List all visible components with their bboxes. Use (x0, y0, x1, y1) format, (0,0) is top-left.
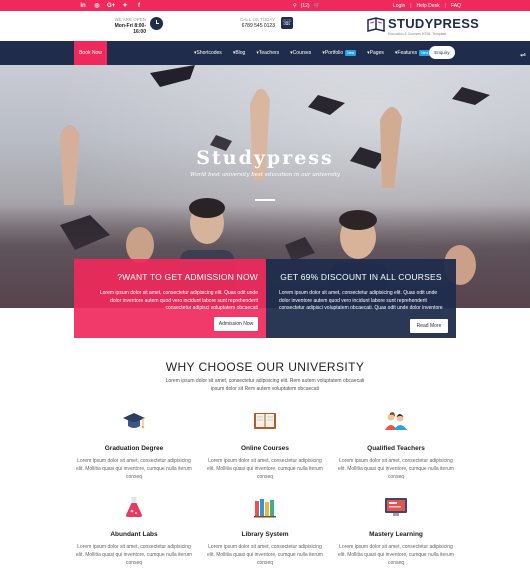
facebook-icon[interactable]: f (135, 3, 143, 9)
section-subtitle: Lorem ipsum dolor sit amet, consectetur … (165, 378, 365, 392)
hero-subtitle: World best university best education in … (189, 172, 341, 178)
hours-label: WE ARE OPEN (114, 17, 146, 22)
monitor-icon (385, 498, 407, 516)
book-logo-icon[interactable] (367, 17, 385, 33)
feature-text: Lorem ipsum dolor sit amet, consectetur … (338, 544, 454, 566)
feature-online-courses: Online Courses Lorem ipsum dolor sit ame… (205, 410, 325, 481)
nav-item-label: Pages (369, 50, 384, 56)
social-links: in ◎ G+ ✦ f (79, 0, 143, 11)
discount-box: GET 69% DISCOUNT IN ALL COURSES Lorem ip… (266, 259, 456, 338)
nav-item-label: Features (397, 50, 418, 56)
feature-title: Library System (241, 531, 289, 538)
admission-now-button[interactable]: Admission Now (214, 317, 258, 331)
twitter-icon[interactable]: ✦ (121, 2, 129, 9)
feature-graduation-degree: Graduation Degree Lorem ipsum dolor sit … (74, 410, 194, 481)
feature-abundant-labs: Abundant Labs Lorem ipsum dolor sit amet… (74, 496, 194, 567)
top-bar: in ◎ G+ ✦ f ⚲ (12) 🛒 Login | Help Desk |… (0, 0, 530, 11)
logo-tagline: Education & Courses HTML Template (388, 32, 447, 36)
settings-toggle-icon[interactable]: ⇌ (516, 49, 530, 63)
feature-qualified-teachers: Qualified Teachers Lorem ipsum dolor sit… (336, 410, 456, 481)
nav-item-teachers[interactable]: ▾ Teachers (256, 50, 279, 56)
section-title: WHY CHOOSE OUR UNIVERSITY (165, 360, 365, 374)
faq-link[interactable]: FAQ (451, 3, 461, 9)
nav-item-pages[interactable]: ▾ Pages (367, 50, 384, 56)
admission-box: ?WANT TO GET ADMISSION NOW Lorem ipsum d… (74, 259, 266, 338)
header: WE ARE OPEN Mon-Fri 8:00-16:00 CALL US T… (0, 11, 530, 41)
call-us: CALL US TODAY 6789 545 0123 (235, 17, 275, 29)
nav-item-courses[interactable]: ▾ Courses (290, 50, 311, 56)
help-desk-link[interactable]: Help Desk (417, 3, 440, 9)
feature-library-system: Library System Lorem ipsum dolor sit ame… (205, 496, 325, 567)
lab-flask-icon (126, 497, 142, 517)
feature-title: Online Courses (240, 445, 290, 452)
new-badge: New (345, 50, 357, 56)
nav-item-label: Blog (235, 50, 246, 56)
nav-item-portfolio[interactable]: ▾ Portfolio New (322, 50, 357, 56)
cart-count[interactable]: (12) (301, 3, 310, 9)
google-plus-icon[interactable]: G+ (107, 3, 115, 9)
discount-text: Lorem ipsum dolor sit amet, consectetur … (279, 290, 443, 311)
search-icon[interactable]: ⚲ (293, 3, 297, 9)
phone-icon: ☏ (281, 17, 293, 29)
opening-hours: WE ARE OPEN Mon-Fri 8:00-16:00 (108, 17, 146, 35)
book-now-button[interactable]: Book Now (74, 41, 107, 65)
nav-menu: ▾ Shortcodes ▾ Blog ▾ Teachers ▾ Courses ▾ Po… (194, 41, 441, 65)
cart-icon[interactable]: 🛒 (314, 3, 320, 9)
feature-text: Lorem ipsum dolor sit amet, consectetur … (76, 544, 192, 566)
divider: | (410, 2, 412, 9)
login-link[interactable]: Login (393, 3, 405, 9)
clock-icon (150, 17, 163, 30)
nav-item-label: Teachers (258, 50, 280, 56)
hero-title: Studypress (196, 147, 334, 169)
call-label: CALL US TODAY (240, 17, 275, 22)
main-nav: Book Now ▾ Shortcodes ▾ Blog ▾ Teachers ▾ Co… (0, 41, 530, 65)
logo-name: STUDYPRESS (388, 16, 480, 31)
teachers-icon (385, 412, 407, 430)
open-book-icon (254, 413, 276, 429)
read-more-button[interactable]: Read More (410, 319, 448, 333)
hours-value: Mon-Fri 8:00-16:00 (114, 23, 146, 35)
nav-item-features[interactable]: ▾ Features New (395, 50, 431, 56)
graduation-cap-icon (123, 413, 145, 429)
feature-title: Graduation Degree (104, 445, 164, 452)
linkedin-icon[interactable]: in (79, 3, 87, 9)
top-links: Login | Help Desk | FAQ (393, 0, 461, 11)
feature-text: Lorem ipsum dolor sit amet, consectetur … (207, 544, 323, 566)
feature-title: Mastery Learning (369, 531, 423, 538)
nav-item-label: Courses (292, 50, 312, 56)
feature-text: Lorem ipsum dolor sit amet, consectetur … (207, 458, 323, 480)
admission-title: ?WANT TO GET ADMISSION NOW (117, 272, 258, 282)
nav-item-blog[interactable]: ▾ Blog (233, 50, 246, 56)
feature-title: Abundant Labs (110, 531, 158, 538)
feature-mastery-learning: Mastery Learning Lorem ipsum dolor sit a… (336, 496, 456, 567)
nav-item-shortcodes[interactable]: ▾ Shortcodes (194, 50, 222, 56)
admission-text: Lorem ipsum dolor sit amet, consectetur … (99, 290, 258, 311)
call-value: 6789 545 0123 (241, 23, 275, 29)
enquiry-button[interactable]: Enquiry (429, 46, 455, 59)
hero-divider (255, 199, 275, 201)
discount-title: GET 69% DISCOUNT IN ALL COURSES (280, 272, 442, 282)
nav-item-label: Shortcodes (196, 50, 222, 56)
library-books-icon (254, 499, 276, 518)
nav-item-label: Portfolio (324, 50, 344, 56)
logo[interactable]: STUDYPRESS Education & Courses HTML Temp… (388, 16, 479, 36)
divider: | (444, 2, 446, 9)
search-cart: ⚲ (12) 🛒 (293, 0, 320, 11)
feature-text: Lorem ipsum dolor sit amet, consectetur … (338, 458, 454, 480)
dribbble-icon[interactable]: ◎ (93, 2, 101, 9)
feature-title: Qualified Teachers (367, 445, 425, 452)
feature-text: Lorem ipsum dolor sit amet, consectetur … (76, 458, 192, 480)
